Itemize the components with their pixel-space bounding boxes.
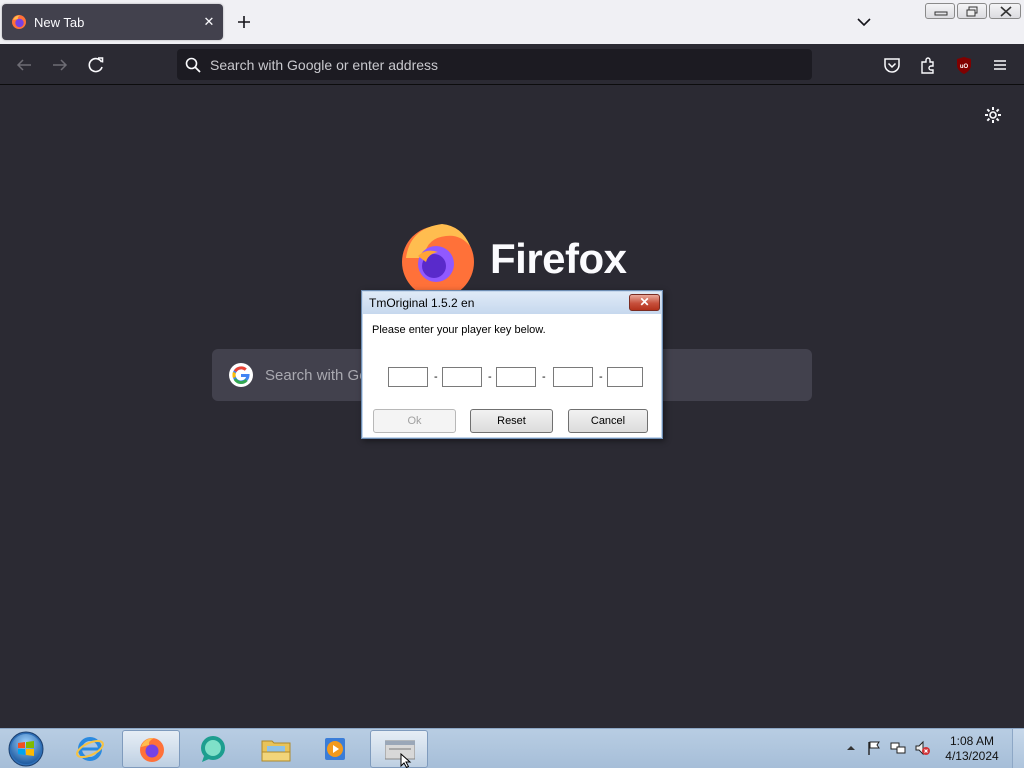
key-separator: - <box>434 371 438 383</box>
list-all-tabs-chevron-icon[interactable] <box>853 11 875 33</box>
google-g-icon <box>229 363 253 387</box>
network-icon[interactable] <box>890 740 906 756</box>
folder-icon <box>261 740 291 762</box>
key-separator: - <box>488 371 492 383</box>
minimize-button[interactable] <box>925 3 955 19</box>
player-key-dialog: TmOriginal 1.5.2 en ✕ Please enter your … <box>361 290 663 439</box>
key-separator: - <box>599 371 603 383</box>
cancel-button[interactable]: Cancel <box>568 409 648 433</box>
restore-icon <box>966 6 978 17</box>
system-clock[interactable]: 1:08 AM 4/13/2024 <box>936 734 1008 764</box>
taskbar-file-explorer[interactable] <box>246 730 304 768</box>
forward-arrow-icon[interactable] <box>49 54 71 76</box>
clock-time: 1:08 AM <box>949 734 995 748</box>
key-field-1[interactable] <box>388 367 428 387</box>
show-desktop-button[interactable] <box>1012 729 1024 768</box>
new-tab-plus-icon[interactable] <box>233 11 255 33</box>
ublock-origin-icon[interactable]: uO <box>953 54 975 76</box>
key-field-4[interactable] <box>553 367 593 387</box>
firefox-favicon-icon <box>12 15 26 29</box>
reset-button[interactable]: Reset <box>470 409 553 433</box>
taskbar-tmoriginal[interactable] <box>370 730 428 768</box>
firefox-icon <box>140 738 164 762</box>
close-icon: ✕ <box>639 295 650 309</box>
tab-strip: New Tab ✕ <box>0 0 1024 44</box>
hamburger-menu-icon[interactable] <box>989 54 1011 76</box>
close-window-button[interactable] <box>989 3 1021 19</box>
dialog-message: Please enter your player key below. <box>372 324 546 336</box>
tab-close-icon[interactable]: ✕ <box>200 13 218 31</box>
key-field-5[interactable] <box>607 367 643 387</box>
extensions-puzzle-icon[interactable] <box>917 54 939 76</box>
minimize-icon <box>934 11 948 16</box>
action-center-flag-icon[interactable] <box>866 740 882 756</box>
pocket-icon[interactable] <box>881 54 903 76</box>
restore-button[interactable] <box>957 3 987 19</box>
ok-button[interactable]: Ok <box>373 409 456 433</box>
taskbar-media-player[interactable] <box>306 730 364 768</box>
volume-muted-icon[interactable] <box>914 740 930 756</box>
tab-new-tab[interactable]: New Tab ✕ <box>2 4 223 40</box>
reload-icon[interactable] <box>85 54 107 76</box>
start-button-windows-icon[interactable] <box>6 730 46 768</box>
firefox-logo-icon <box>402 224 474 298</box>
address-bar[interactable]: Search with Google or enter address <box>177 49 812 80</box>
dialog-title: TmOriginal 1.5.2 en <box>369 296 475 310</box>
address-bar-placeholder: Search with Google or enter address <box>210 57 439 73</box>
firefox-wordmark: Firefox <box>490 235 627 282</box>
dialog-body: Please enter your player key below. - - … <box>363 314 661 437</box>
dialog-title-bar[interactable]: TmOriginal 1.5.2 en ✕ <box>363 292 661 314</box>
gear-icon[interactable] <box>983 105 1003 125</box>
taskbar: 1:08 AM 4/13/2024 <box>0 728 1024 768</box>
key-field-3[interactable] <box>496 367 536 387</box>
navigation-toolbar: Search with Google or enter address uO <box>0 44 1024 85</box>
tab-title: New Tab <box>34 15 85 30</box>
ie-icon <box>76 737 104 761</box>
taskbar-chat-app[interactable] <box>184 730 242 768</box>
show-hidden-icons-arrow-icon[interactable] <box>843 740 859 756</box>
mouse-cursor-icon <box>400 753 412 768</box>
dialog-close-button[interactable]: ✕ <box>629 294 660 311</box>
clock-date: 4/13/2024 <box>945 749 999 763</box>
key-field-2[interactable] <box>442 367 482 387</box>
search-icon <box>185 57 201 73</box>
taskbar-internet-explorer[interactable] <box>61 730 119 768</box>
key-separator: - <box>542 371 546 383</box>
media-player-icon <box>325 738 345 760</box>
ublock-badge-text: uO <box>960 64 969 70</box>
desktop-screen: New Tab ✕ Search with Google or enter ad… <box>0 0 1024 768</box>
taskbar-firefox[interactable] <box>122 730 180 768</box>
back-arrow-icon[interactable] <box>13 54 35 76</box>
chat-bubble-icon <box>201 736 225 762</box>
close-icon <box>1000 6 1012 17</box>
